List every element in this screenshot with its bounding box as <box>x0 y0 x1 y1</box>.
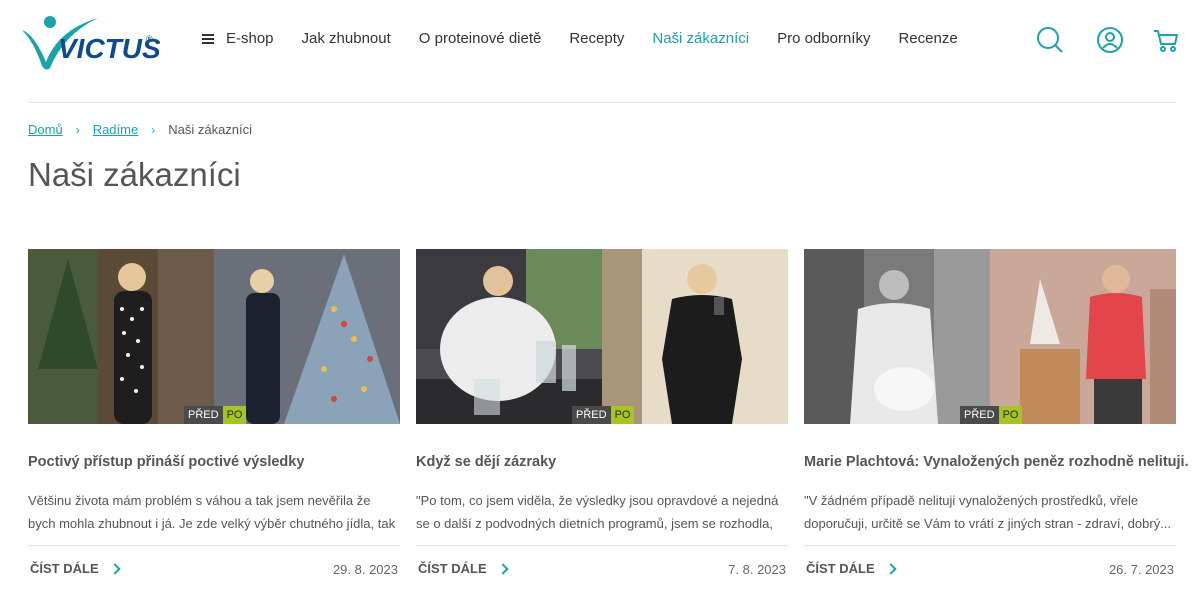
before-after-badges: PŘED PO <box>184 406 247 424</box>
before-after-photo[interactable]: PŘED PO <box>416 249 788 424</box>
cart-icon[interactable] <box>1152 26 1180 54</box>
nav-item-recepty[interactable]: Recepty <box>569 30 624 47</box>
before-photo <box>28 249 214 424</box>
story-excerpt: "V žádném případě nelituji vynaložených … <box>804 493 1172 531</box>
read-more-link[interactable]: ČÍST DÁLE <box>806 561 897 576</box>
hamburger-icon <box>202 33 214 44</box>
chevron-right-icon: › <box>151 122 156 137</box>
story-date: 29. 8. 2023 <box>332 562 398 577</box>
badge-after: PO <box>998 406 1023 424</box>
read-more-link[interactable]: ČÍST DÁLE <box>418 561 509 576</box>
read-more-link[interactable]: ČÍST DÁLE <box>30 561 121 576</box>
story-card: PŘED PO Když se dějí zázraky "Po tom, co… <box>416 249 788 589</box>
badge-before: PŘED <box>184 406 223 424</box>
breadcrumb-home[interactable]: Domů <box>28 122 63 137</box>
after-photo <box>990 249 1176 424</box>
story-title[interactable]: Když se dějí zázraky <box>416 454 556 470</box>
main-nav: E-shop Jak zhubnout O proteinové dietě R… <box>202 30 986 47</box>
before-photo <box>416 249 602 424</box>
nav-item-pro-odborniky[interactable]: Pro odborníky <box>777 30 870 47</box>
user-icon[interactable] <box>1096 26 1124 54</box>
nav-item-recenze[interactable]: Recenze <box>898 30 957 47</box>
badge-after: PO <box>222 406 247 424</box>
read-more-label: ČÍST DÁLE <box>418 561 487 576</box>
nav-item-label: E-shop <box>226 30 274 47</box>
story-date: 26. 7. 2023 <box>1108 562 1174 577</box>
after-photo <box>602 249 788 424</box>
before-after-badges: PŘED PO <box>960 406 1023 424</box>
before-photo <box>804 249 990 424</box>
story-excerpt: "Po tom, co jsem viděla, že výsledky jso… <box>416 493 779 531</box>
nav-item-eshop[interactable]: E-shop <box>202 30 274 47</box>
breadcrumb: Domů › Radíme › Naši zákazníci <box>28 122 252 137</box>
read-more-label: ČÍST DÁLE <box>30 561 99 576</box>
chevron-right-icon <box>108 562 121 575</box>
search-icon[interactable] <box>1036 26 1064 54</box>
nav-item-o-proteinove-diete[interactable]: O proteinové dietě <box>419 30 542 47</box>
page-title: Naši zákazníci <box>28 156 241 193</box>
story-card: PŘED PO Poctivý přístup přináší poctivé … <box>28 249 400 589</box>
breadcrumb-current: Naši zákazníci <box>168 122 253 137</box>
chevron-right-icon <box>884 562 897 575</box>
card-divider <box>416 545 788 546</box>
before-after-photo[interactable]: PŘED PO <box>804 249 1176 424</box>
card-divider <box>28 545 400 546</box>
before-after-photo[interactable]: PŘED PO <box>28 249 400 424</box>
chevron-right-icon <box>496 562 509 575</box>
logo-text: VICTUS <box>58 33 160 64</box>
after-photo <box>214 249 400 424</box>
site-header: VICTUS ® E-shop Jak zhubnout O proteinov… <box>0 0 1200 84</box>
story-title[interactable]: Poctivý přístup přináší poctivé výsledky <box>28 454 304 470</box>
story-title[interactable]: Marie Plachtová: Vynaložených peněz rozh… <box>804 454 1189 470</box>
badge-before: PŘED <box>960 406 999 424</box>
breadcrumb-parent[interactable]: Radíme <box>93 122 139 137</box>
story-card: PŘED PO Marie Plachtová: Vynaložených pe… <box>804 249 1189 589</box>
story-excerpt: Většinu života mám problém s váhou a tak… <box>28 493 396 531</box>
header-actions <box>1004 26 1180 54</box>
read-more-label: ČÍST DÁLE <box>806 561 875 576</box>
before-after-badges: PŘED PO <box>572 406 635 424</box>
nav-item-nasi-zakaznici[interactable]: Naši zákazníci <box>652 30 749 47</box>
story-date: 7. 8. 2023 <box>728 562 786 577</box>
trademark: ® <box>146 34 153 44</box>
badge-before: PŘED <box>572 406 611 424</box>
nav-item-jak-zhubnout[interactable]: Jak zhubnout <box>302 30 391 47</box>
card-divider <box>804 545 1176 546</box>
victus-logo[interactable]: VICTUS ® <box>20 12 160 72</box>
chevron-right-icon: › <box>75 122 80 137</box>
header-divider <box>28 102 1176 103</box>
badge-after: PO <box>610 406 635 424</box>
